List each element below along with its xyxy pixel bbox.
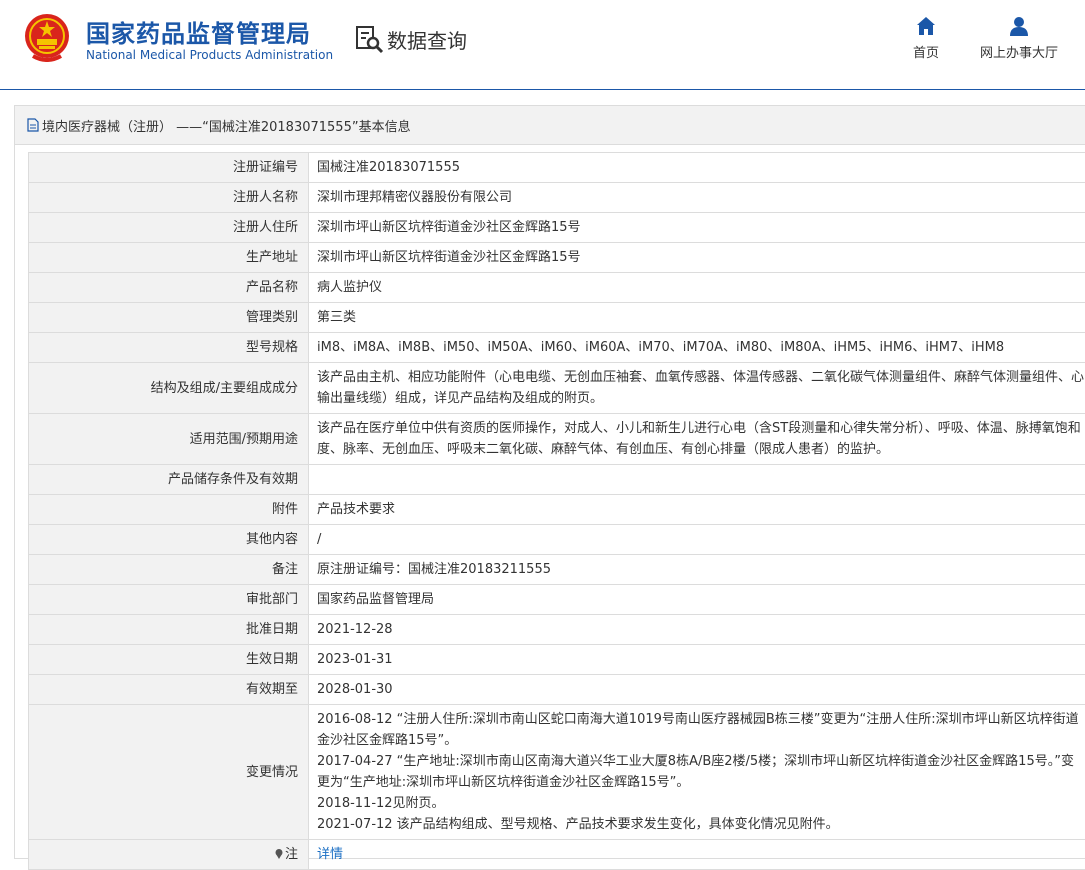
change-history-row: 变更情况 2016-08-12 “注册人住所:深圳市南山区蛇口南海大道1019号… xyxy=(29,705,1085,840)
national-emblem-icon xyxy=(23,12,71,62)
row-value: 深圳市坪山新区坑梓街道金沙社区金辉路15号 xyxy=(309,243,1085,273)
change-history-line: 2021-07-12 该产品结构组成、型号规格、产品技术要求发生变化，具体变化情… xyxy=(317,814,1085,835)
nav-home-label: 首页 xyxy=(913,42,939,61)
panel-title: 境内医疗器械（注册） ——“国械注准20183071555”基本信息 xyxy=(42,116,411,135)
pin-icon xyxy=(275,849,283,859)
row-value: 2023-01-31 xyxy=(309,645,1085,675)
table-row: 生产地址深圳市坪山新区坑梓街道金沙社区金辉路15号 xyxy=(29,243,1085,273)
table-row: 有效期至2028-01-30 xyxy=(29,675,1085,705)
site-header: 国家药品监督管理局 National Medical Products Admi… xyxy=(0,0,1085,90)
row-value: 原注册证编号：国械注准20183211555 xyxy=(309,555,1085,585)
row-label: 产品储存条件及有效期 xyxy=(29,465,309,495)
table-row: 产品储存条件及有效期 xyxy=(29,465,1085,495)
table-row: 结构及组成/主要组成成分该产品由主机、相应功能附件（心电电缆、无创血压袖套、血氧… xyxy=(29,363,1085,414)
row-value: 2021-12-28 xyxy=(309,615,1085,645)
table-row: 批准日期2021-12-28 xyxy=(29,615,1085,645)
row-label: 备注 xyxy=(29,555,309,585)
change-history-line: 2017-04-27 “生产地址:深圳市南山区南海大道兴华工业大厦8栋A/B座2… xyxy=(317,751,1085,793)
change-history-value: 2016-08-12 “注册人住所:深圳市南山区蛇口南海大道1019号南山医疗器… xyxy=(309,705,1085,840)
table-row: 注册人名称深圳市理邦精密仪器股份有限公司 xyxy=(29,183,1085,213)
table-row: 型号规格iM8、iM8A、iM8B、iM50、iM50A、iM60、iM60A、… xyxy=(29,333,1085,363)
info-panel: 境内医疗器械（注册） ——“国械注准20183071555”基本信息 注册证编号… xyxy=(14,105,1085,859)
row-value: 国家药品监督管理局 xyxy=(309,585,1085,615)
change-history-line: 2016-08-12 “注册人住所:深圳市南山区蛇口南海大道1019号南山医疗器… xyxy=(317,709,1085,751)
row-label: 注册证编号 xyxy=(29,153,309,183)
table-row: 附件产品技术要求 xyxy=(29,495,1085,525)
row-value: 该产品由主机、相应功能附件（心电电缆、无创血压袖套、血氧传感器、体温传感器、二氧… xyxy=(309,363,1085,414)
data-query-section: 数据查询 xyxy=(354,24,467,54)
nav-home[interactable]: 首页 xyxy=(913,16,939,61)
row-value: iM8、iM8A、iM8B、iM50、iM50A、iM60、iM60A、iM70… xyxy=(309,333,1085,363)
row-label: 型号规格 xyxy=(29,333,309,363)
row-value: 该产品在医疗单位中供有资质的医师操作，对成人、小儿和新生儿进行心电（含ST段测量… xyxy=(309,414,1085,465)
row-value: 深圳市坪山新区坑梓街道金沙社区金辉路15号 xyxy=(309,213,1085,243)
note-label: 注 xyxy=(285,847,298,862)
row-value: / xyxy=(309,525,1085,555)
row-label: 批准日期 xyxy=(29,615,309,645)
header-divider xyxy=(0,89,1085,90)
table-row: 注册证编号国械注准20183071555 xyxy=(29,153,1085,183)
row-value: 第三类 xyxy=(309,303,1085,333)
document-search-icon xyxy=(354,24,384,54)
row-label: 其他内容 xyxy=(29,525,309,555)
row-value: 国械注准20183071555 xyxy=(309,153,1085,183)
row-label: 生产地址 xyxy=(29,243,309,273)
detail-link[interactable]: 详情 xyxy=(317,847,343,862)
row-label: 适用范围/预期用途 xyxy=(29,414,309,465)
change-history-label: 变更情况 xyxy=(29,705,309,840)
nav-hall-label: 网上办事大厅 xyxy=(980,42,1058,61)
row-value: 病人监护仪 xyxy=(309,273,1085,303)
table-row: 其他内容/ xyxy=(29,525,1085,555)
panel-title-bar: 境内医疗器械（注册） ——“国械注准20183071555”基本信息 xyxy=(15,106,1085,145)
row-label: 注册人住所 xyxy=(29,213,309,243)
table-row: 生效日期2023-01-31 xyxy=(29,645,1085,675)
home-icon xyxy=(916,16,936,36)
note-label-cell: 注 xyxy=(29,840,309,870)
nav-online-service-hall[interactable]: 网上办事大厅 xyxy=(980,16,1058,61)
note-row: 注 详情 xyxy=(29,840,1085,870)
change-history-line: 2018-11-12见附页。 xyxy=(317,793,1085,814)
table-row: 产品名称病人监护仪 xyxy=(29,273,1085,303)
row-value: 产品技术要求 xyxy=(309,495,1085,525)
note-value: 详情 xyxy=(309,840,1085,870)
row-label: 附件 xyxy=(29,495,309,525)
row-value: 深圳市理邦精密仪器股份有限公司 xyxy=(309,183,1085,213)
row-label: 注册人名称 xyxy=(29,183,309,213)
row-label: 有效期至 xyxy=(29,675,309,705)
row-label: 结构及组成/主要组成成分 xyxy=(29,363,309,414)
table-row: 管理类别第三类 xyxy=(29,303,1085,333)
document-icon xyxy=(27,118,39,132)
table-row: 审批部门国家药品监督管理局 xyxy=(29,585,1085,615)
basic-info-table: 注册证编号国械注准20183071555 注册人名称深圳市理邦精密仪器股份有限公… xyxy=(28,152,1085,870)
row-label: 审批部门 xyxy=(29,585,309,615)
table-row: 备注原注册证编号：国械注准20183211555 xyxy=(29,555,1085,585)
table-row: 适用范围/预期用途该产品在医疗单位中供有资质的医师操作，对成人、小儿和新生儿进行… xyxy=(29,414,1085,465)
row-value: 2028-01-30 xyxy=(309,675,1085,705)
row-value xyxy=(309,465,1085,495)
table-row: 注册人住所深圳市坪山新区坑梓街道金沙社区金辉路15号 xyxy=(29,213,1085,243)
row-label: 产品名称 xyxy=(29,273,309,303)
row-label: 生效日期 xyxy=(29,645,309,675)
section-title: 数据查询 xyxy=(387,25,467,54)
org-name-cn: 国家药品监督管理局 xyxy=(86,14,311,49)
org-name-en: National Medical Products Administration xyxy=(86,48,333,62)
user-icon xyxy=(1009,16,1029,36)
row-label: 管理类别 xyxy=(29,303,309,333)
